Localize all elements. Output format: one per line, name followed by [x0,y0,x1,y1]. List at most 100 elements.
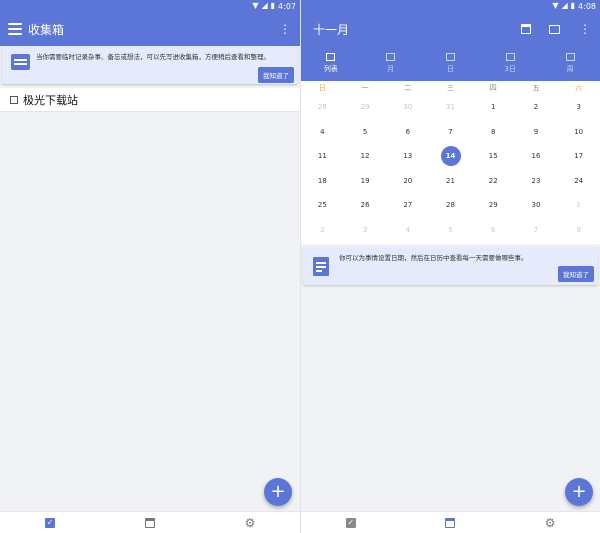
inbox-tray-icon [11,54,30,70]
calendar-day-label: 23 [531,176,541,185]
calendar-day[interactable]: 24 [557,169,600,194]
week-view-icon [565,53,575,61]
calendar-day[interactable]: 18 [301,169,344,194]
calendar-day[interactable]: 5 [429,218,472,243]
status-bar: ▼ ◢ ▮ 4:08 [301,0,600,12]
weekday-label: 一 [361,84,369,92]
app-bar: 收集箱 ⋮ [0,12,300,46]
menu-icon[interactable] [8,23,22,35]
tab-3day[interactable]: 3日 [480,46,540,81]
calendar-day[interactable]: 6 [386,120,429,145]
calendar-day-label: 9 [533,127,539,136]
calendar-day[interactable]: 7 [429,120,472,145]
page-title: 收集箱 [28,22,65,37]
view-toggle-icon[interactable] [549,24,560,34]
calendar-day[interactable]: 20 [386,169,429,194]
list-item[interactable]: 极光下载站 [0,88,300,112]
calendar-day-label: 27 [403,201,413,210]
calendar-day-label: 29 [488,201,498,210]
weekday-label: 五 [532,84,540,92]
three-day-view-icon [505,53,515,61]
calendar-day[interactable]: 30 [515,193,558,218]
calendar-day[interactable]: 1 [472,95,515,120]
calendar-day[interactable]: 21 [429,169,472,194]
nav-settings[interactable]: ⚙ [530,517,570,529]
calendar-day-label: 4 [320,127,325,136]
today-calendar-icon[interactable] [521,24,531,34]
calendar-day[interactable]: 8 [557,218,600,243]
nav-inbox[interactable]: ✓ [331,517,371,528]
item-checkbox[interactable] [10,95,18,104]
weekday-label: 三 [447,84,455,92]
page-title: 十一月 [313,22,350,37]
calendar-day-label: 6 [491,225,496,234]
calendar-day[interactable]: 28 [429,193,472,218]
calendar-day[interactable]: 9 [515,120,558,145]
calendar-day[interactable]: 22 [472,169,515,194]
tab-month[interactable]: 月 [361,46,421,81]
battery-icon: ▮ [570,1,576,10]
calendar-day[interactable]: 6 [472,218,515,243]
wifi-icon: ▼ [552,1,559,10]
inbox-tip-dismiss-button[interactable]: 我知道了 [258,67,294,83]
calendar-day[interactable]: 12 [344,144,387,169]
tab-label: 列表 [323,65,338,73]
nav-settings[interactable]: ⚙ [230,517,270,529]
checkbox-icon: ✓ [45,517,55,528]
add-button[interactable]: + [565,478,593,506]
calendar-day[interactable]: 13 [386,144,429,169]
calendar-day[interactable]: 15 [472,144,515,169]
calendar-day[interactable]: 11 [301,144,344,169]
calendar-day[interactable]: 14 [429,144,472,169]
calendar-day[interactable]: 31 [429,95,472,120]
calendar-day-label: 5 [448,225,453,234]
calendar-day-label: 8 [491,127,496,136]
calendar-tip-dismiss-button[interactable]: 我知道了 [558,266,594,282]
calendar-day[interactable]: 3 [557,95,600,120]
calendar-day[interactable]: 29 [344,95,387,120]
calendar-day-label: 30 [531,201,541,210]
checkbox-icon: ✓ [345,517,356,528]
calendar-day-label: 26 [360,201,370,210]
calendar-day[interactable]: 1 [557,193,600,218]
more-options-icon[interactable]: ⋮ [578,22,592,36]
calendar-day[interactable]: 29 [472,193,515,218]
nav-calendar[interactable] [130,517,170,528]
calendar-day[interactable]: 3 [344,218,387,243]
nav-calendar[interactable] [430,517,470,528]
calendar-day[interactable]: 26 [344,193,387,218]
signal-icon: ◢ [261,1,268,10]
calendar-day[interactable]: 2 [515,95,558,120]
tab-list[interactable]: 列表 [301,46,361,81]
inbox-tip-text: 当你需要临时记录杂事、备忘或想法，可以先写进收集箱，方便稍后查看和整理。 [36,53,270,61]
calendar-day[interactable]: 10 [557,120,600,145]
nav-inbox[interactable]: ✓ [30,517,70,528]
calendar-day-label: 2 [320,225,325,234]
calendar-day[interactable]: 23 [515,169,558,194]
calendar-day[interactable]: 25 [301,193,344,218]
calendar-day-label: 3 [576,103,581,112]
tab-week[interactable]: 周 [540,46,600,81]
calendar-day[interactable]: 28 [301,95,344,120]
calendar-day[interactable]: 19 [344,169,387,194]
calendar-day[interactable]: 5 [344,120,387,145]
calendar-day[interactable]: 2 [301,218,344,243]
calendar-day-label: 16 [531,152,541,161]
calendar-day[interactable]: 8 [472,120,515,145]
calendar-day[interactable]: 16 [515,144,558,169]
calendar-day[interactable]: 27 [386,193,429,218]
calendar-day[interactable]: 4 [301,120,344,145]
weekday-label: 六 [575,84,583,92]
battery-icon: ▮ [270,1,276,10]
gear-icon: ⚙ [244,515,256,530]
tab-label: 3日 [504,65,517,73]
calendar-day[interactable]: 30 [386,95,429,120]
calendar-day[interactable]: 7 [515,218,558,243]
more-options-icon[interactable]: ⋮ [278,22,292,36]
calendar-day[interactable]: 4 [386,218,429,243]
calendar-day[interactable]: 17 [557,144,600,169]
calendar-grid: 28 29 30 31 1 2 3 4 5 6 7 8 9 10 11 12 13 14 15 16 17 18 19 20 2… [301,95,600,242]
calendar-week-row: 28 29 30 31 1 2 3 [301,95,600,120]
add-button[interactable]: + [264,478,292,506]
tab-day[interactable]: 日 [421,46,481,81]
